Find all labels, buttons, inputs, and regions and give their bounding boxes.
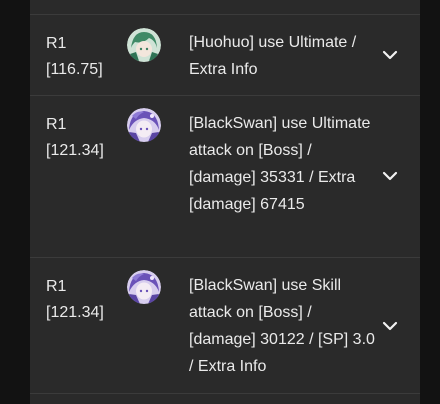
log-entry-huohuo-ultimate[interactable]: R1 [116.75] [Huohuo] use Ultimate / Extr… [30,15,420,95]
log-entry-blackswan-ultimate[interactable]: R1 [121.34] [BlackSwan] use Ultimate att… [30,96,420,257]
round-label: R1 [46,278,67,295]
blackswan-avatar-icon [127,270,161,304]
round-label: R1 [46,116,67,133]
action-value: [121.34] [46,142,104,159]
round-label: R1 [46,35,67,52]
round-info: R1 [121.34] [46,112,126,164]
chevron-down-icon[interactable] [380,45,400,65]
huohuo-avatar-icon [127,28,161,62]
blackswan-avatar-icon [127,108,161,142]
round-info: R1 [121.34] [46,274,126,326]
chevron-down-icon[interactable] [380,166,400,186]
round-info: R1 [116.75] [46,31,126,83]
action-log-panel: R1 [116.75] [Huohuo] use Ultimate / Extr… [30,0,420,404]
log-description: [Huohuo] use Ultimate / Extra Info [189,34,357,78]
page-margin [420,0,440,404]
action-value: [116.75] [46,61,103,78]
row-divider [30,393,420,394]
chevron-down-icon[interactable] [380,316,400,336]
log-entry-blackswan-skill[interactable]: R1 [121.34] [BlackSwan] use Skill attack… [30,258,420,393]
log-description: [BlackSwan] use Ultimate attack on [Boss… [189,115,371,213]
log-description: [BlackSwan] use Skill attack on [Boss] /… [189,277,375,375]
action-value: [121.34] [46,304,104,321]
